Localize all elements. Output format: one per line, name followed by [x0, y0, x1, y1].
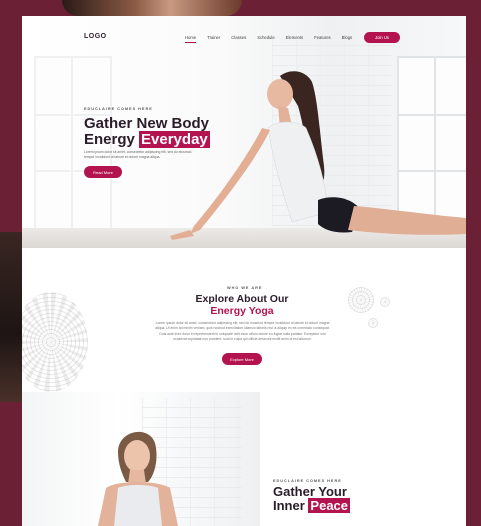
meditation-image: [22, 392, 260, 526]
nav-blogs[interactable]: Blogs: [342, 35, 352, 43]
join-us-button[interactable]: Join Us: [364, 32, 400, 43]
about-title-line2: Energy Yoga: [210, 304, 274, 317]
mandala-small-decoration: [380, 297, 390, 307]
nav-features[interactable]: Features: [314, 35, 331, 43]
nav-trainer[interactable]: Trainer: [207, 35, 220, 43]
about-eyebrow: WHO WE ARE: [227, 286, 263, 290]
explore-more-button[interactable]: Explore More: [222, 353, 262, 365]
peace-title-line1: Gather Your: [273, 484, 347, 499]
peace-title-highlight: Peace: [308, 497, 351, 513]
mandala-left-decoration: [22, 292, 88, 392]
mandala-right-decoration: [348, 287, 374, 313]
background-photo-left: [0, 232, 22, 402]
main-nav: Home Trainer Classes Schedule Elements F…: [185, 35, 352, 43]
hero-title-line2: Energy Everyday: [84, 130, 210, 148]
meditating-woman-image: [98, 431, 178, 526]
nav-home[interactable]: Home: [185, 35, 197, 43]
read-more-button[interactable]: Read More: [84, 166, 122, 178]
background-photo-top: [62, 0, 242, 16]
about-title-line1: Explore About Our: [195, 293, 289, 305]
peace-title-word: Inner: [273, 497, 305, 513]
nav-classes[interactable]: Classes: [231, 35, 246, 43]
hero-section: LOGO Home Trainer Classes Schedule Eleme…: [22, 16, 466, 248]
hero-description: Lorem ipsum dolor sit amet, consectetur …: [84, 150, 192, 160]
about-title: Explore About Our Energy Yoga: [142, 293, 342, 318]
logo-text: LOGO: [84, 33, 107, 40]
peace-title-line2: Inner Peace: [273, 497, 351, 513]
peace-title: Gather Your Inner Peace: [273, 484, 351, 513]
hero-title-highlight: Everyday: [139, 130, 210, 148]
mandala-dot-decoration: [368, 318, 378, 328]
logo[interactable]: LOGO: [84, 33, 107, 40]
hero-title-line1: Gather New Body: [84, 115, 210, 132]
peace-eyebrow: EDUCLAIRE COMES HERE: [273, 479, 342, 483]
hero-title-word: Energy: [84, 130, 135, 148]
web-page: LOGO Home Trainer Classes Schedule Eleme…: [22, 16, 466, 526]
about-description: Lorem ipsum dolor sit amet, consectetur …: [155, 321, 330, 342]
nav-elements[interactable]: Elements: [286, 35, 303, 43]
hero-title: Gather New Body Energy Everyday: [84, 116, 210, 148]
hero-eyebrow: EDUCLAIRE COMES HERE: [84, 107, 153, 111]
nav-schedule[interactable]: Schedule: [257, 35, 274, 43]
